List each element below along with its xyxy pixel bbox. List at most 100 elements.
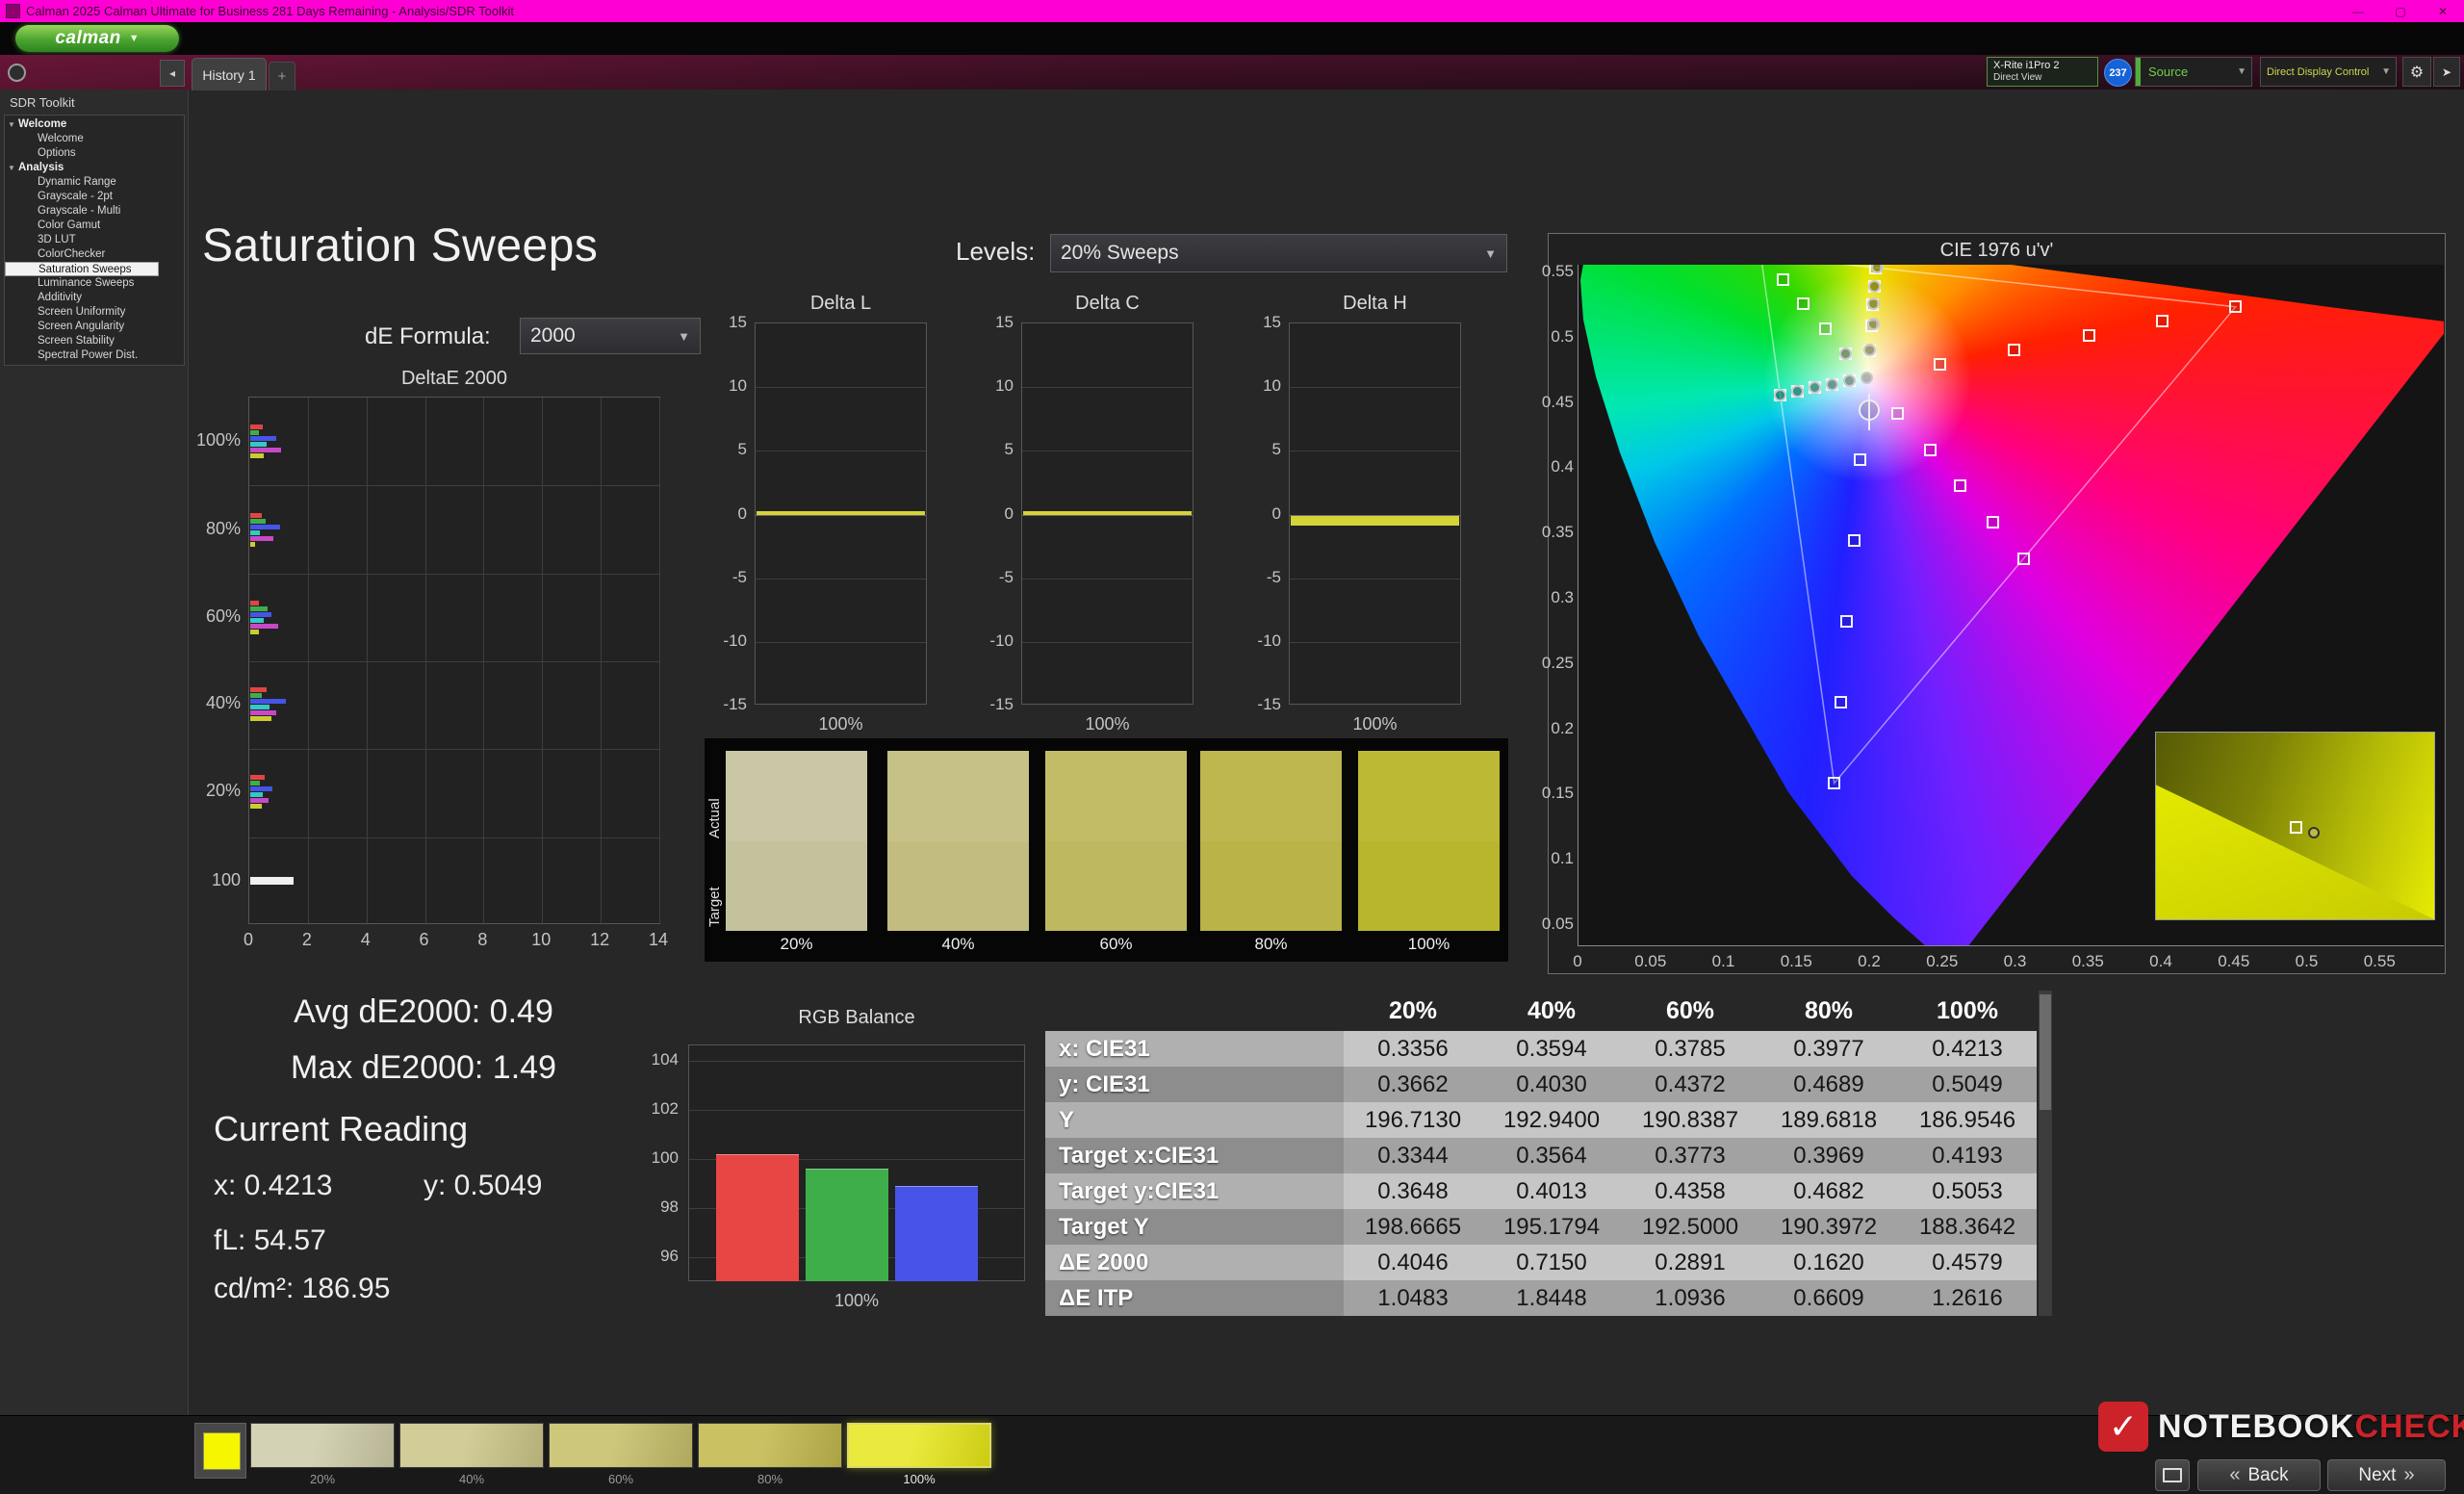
next-button[interactable]: Next » — [2327, 1459, 2446, 1491]
cie-target-square — [1854, 453, 1866, 466]
table-scrollbar[interactable] — [2039, 991, 2052, 1316]
target-row-label: Target — [706, 854, 722, 960]
deltae-bar — [250, 530, 260, 535]
deltae-bar — [250, 519, 266, 524]
cie-target-square — [1924, 444, 1937, 456]
table-value-cell: 0.3594 — [1482, 1031, 1621, 1067]
table-header-cell: 80% — [1759, 991, 1898, 1031]
deltae-y-tick: 60% — [173, 606, 241, 627]
inset-target-square — [2290, 821, 2302, 834]
delta-y-tick: -10 — [699, 631, 747, 651]
filmstrip-thumb-20[interactable] — [250, 1423, 395, 1468]
collapse-sidebar-button[interactable]: ◂ — [160, 60, 185, 87]
swatch-60 — [1045, 751, 1187, 931]
sidebar-item-welcome[interactable]: Welcome — [5, 132, 184, 146]
back-label: Back — [2247, 1465, 2288, 1486]
filmstrip-thumb-label: 20% — [250, 1472, 395, 1486]
table-value-cell: 0.4046 — [1344, 1245, 1482, 1280]
table-row: Target Y198.6665195.1794192.5000190.3972… — [1045, 1209, 2037, 1245]
sidebar-item-colorchecker[interactable]: ColorChecker — [5, 247, 184, 262]
deltae-bar — [250, 430, 259, 435]
monitor-icon — [2163, 1468, 2182, 1482]
deltae-chart-title: DeltaE 2000 — [248, 368, 660, 390]
settings-button[interactable]: ⚙ — [2402, 57, 2431, 87]
filmstrip-color-tile[interactable] — [194, 1423, 246, 1479]
filmstrip-thumb-label: 60% — [549, 1472, 693, 1486]
sidebar-item-screen-angularity[interactable]: Screen Angularity — [5, 320, 184, 334]
rgb-x-label: 100% — [688, 1291, 1025, 1311]
filmstrip-bar: 20%40%60%80%100% — [0, 1415, 2464, 1494]
tree-expand-icon[interactable]: ▼ — [8, 161, 15, 175]
gridline — [689, 1110, 1024, 1111]
sidebar-item-analysis[interactable]: ▼Analysis — [5, 161, 184, 175]
sidebar-item-screen-stability[interactable]: Screen Stability — [5, 334, 184, 348]
cie-x-tick: 0.35 — [2059, 952, 2117, 971]
rgb-bar-green — [806, 1169, 888, 1281]
tab-history-1[interactable]: History 1 — [192, 58, 267, 90]
levels-dropdown[interactable]: 20% Sweeps ▼ — [1050, 234, 1507, 272]
sidebar-item-3d-lut[interactable]: 3D LUT — [5, 233, 184, 247]
tree-expand-icon[interactable]: ▼ — [8, 117, 15, 132]
sidebar-item-color-gamut[interactable]: Color Gamut — [5, 219, 184, 233]
sidebar-item-luminance-sweeps[interactable]: Luminance Sweeps — [5, 276, 184, 291]
back-button[interactable]: « Back — [2197, 1459, 2321, 1491]
cie-x-tick: 0.45 — [2205, 952, 2263, 971]
calman-menu-button[interactable]: calman ▼ — [15, 25, 179, 52]
table-value-cell: 192.5000 — [1621, 1209, 1759, 1245]
deltae-x-tick: 12 — [580, 930, 619, 950]
sidebar-item-spectral-power-dist[interactable]: Spectral Power Dist. — [5, 348, 184, 363]
delta-h-chart — [1289, 322, 1461, 705]
rgb-balance-title: RGB Balance — [688, 1007, 1025, 1029]
sidebar-item-saturation-sweeps[interactable]: Saturation Sweeps — [5, 262, 159, 276]
sidebar-item-welcome[interactable]: ▼Welcome — [5, 117, 184, 132]
source-selector[interactable]: Source ▼ — [2135, 57, 2252, 87]
sidebar-item-screen-uniformity[interactable]: Screen Uniformity — [5, 305, 184, 320]
cie-x-tick: 0.25 — [1913, 952, 1971, 971]
new-tab-button[interactable]: + — [269, 62, 295, 90]
de-formula-label: dE Formula: — [365, 323, 491, 350]
sidebar-item-options[interactable]: Options — [5, 146, 184, 161]
levels-label: Levels: — [956, 237, 1035, 267]
display-control-selector[interactable]: Direct Display Control ▼ — [2260, 57, 2397, 87]
maximize-button[interactable]: ▢ — [2379, 0, 2422, 22]
filmstrip-thumb-100[interactable] — [847, 1423, 991, 1468]
advance-button[interactable]: ➤ — [2433, 57, 2460, 87]
filmstrip-thumb-40[interactable] — [399, 1423, 544, 1468]
table-row-label: Target y:CIE31 — [1045, 1173, 1344, 1209]
cie-target-square — [1987, 516, 1999, 528]
sidebar-item-additivity[interactable]: Additivity — [5, 291, 184, 305]
delta-y-tick: 5 — [1233, 440, 1281, 459]
de-formula-dropdown[interactable]: 2000 ▼ — [520, 318, 701, 354]
current-reading-title: Current Reading — [214, 1109, 468, 1149]
meter-selector[interactable]: X-Rite i1Pro 2 Direct View — [1987, 57, 2098, 87]
delta-y-tick: 0 — [699, 504, 747, 524]
table-value-cell: 0.3969 — [1759, 1138, 1898, 1173]
deltae-bar — [250, 618, 264, 623]
sidebar-item-grayscale-multi[interactable]: Grayscale - Multi — [5, 204, 184, 219]
gridline — [1022, 642, 1193, 643]
deltae-y-tick: 100 — [173, 870, 241, 890]
cie-x-tick: 0.55 — [2350, 952, 2408, 971]
notebookcheck-watermark: ✓ NOTEBOOKCHECK — [2098, 1402, 2464, 1452]
cie-y-tick: 0.4 — [1535, 457, 1574, 477]
cie-target-square — [2229, 300, 2242, 313]
scrollbar-thumb[interactable] — [2040, 994, 2051, 1110]
filmstrip-thumb-60[interactable] — [549, 1423, 693, 1468]
chevron-down-icon: ▼ — [678, 329, 690, 344]
deltae-bar — [250, 436, 276, 441]
cie-zoom-inset — [2155, 732, 2435, 920]
swatch-comparison-panel: Actual Target 20%40%60%80%100% — [705, 738, 1508, 962]
sidebar-item-grayscale-2pt[interactable]: Grayscale - 2pt — [5, 190, 184, 204]
sidebar-item-label: Screen Stability — [38, 335, 115, 347]
table-value-cell: 1.0936 — [1621, 1280, 1759, 1316]
filmstrip-thumb-80[interactable] — [698, 1423, 842, 1468]
close-button[interactable]: ✕ — [2422, 0, 2464, 22]
table-value-cell: 198.6665 — [1344, 1209, 1482, 1245]
sidebar-item-dynamic-range[interactable]: Dynamic Range — [5, 175, 184, 190]
screen-button[interactable] — [2155, 1459, 2190, 1491]
deltae-y-tick: 40% — [173, 693, 241, 713]
swatch-target — [1358, 841, 1500, 932]
minimize-button[interactable]: — — [2337, 0, 2379, 22]
deltae-bar — [250, 877, 294, 885]
cie-target-square — [2156, 315, 2169, 327]
